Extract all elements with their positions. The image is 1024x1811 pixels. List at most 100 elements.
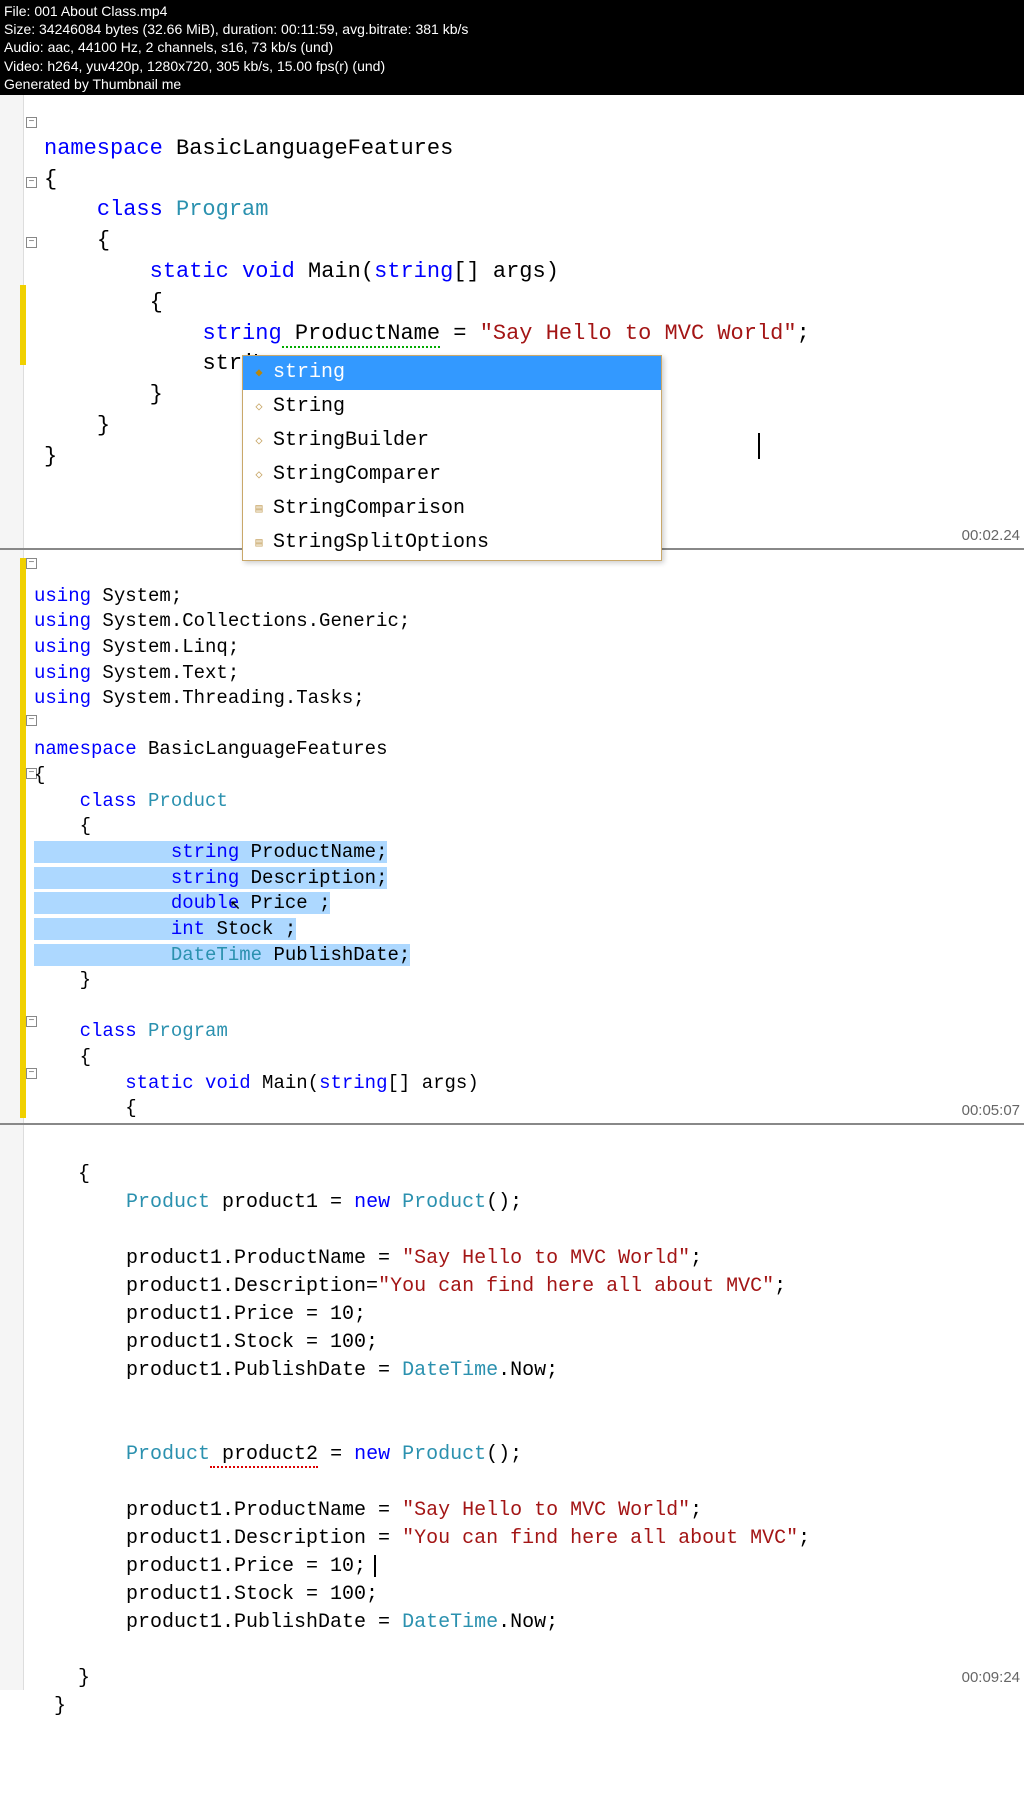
field: Description; (239, 867, 387, 889)
intellisense-item[interactable]: ◇StringComparer (243, 458, 661, 492)
stmt: product1.Description= (126, 1275, 378, 1298)
editor-caret-indicator (758, 433, 760, 459)
kw: int (171, 918, 205, 940)
timestamp: 00:02.24 (962, 525, 1020, 546)
intellisense-item[interactable]: ◇ StringBuilder (243, 424, 661, 458)
stmt: product1.ProductName = (126, 1247, 402, 1270)
kw: void (194, 1072, 251, 1094)
kw: new (354, 1443, 390, 1466)
stmt: product1.Price = 10; (126, 1303, 366, 1326)
ns-name: BasicLanguageFeatures (137, 738, 388, 760)
semi: ; (798, 1527, 810, 1550)
kw: double (171, 892, 239, 914)
stmt: product1.Description = (126, 1527, 402, 1550)
kw: class (80, 1020, 137, 1042)
kw: using (34, 585, 91, 607)
semi: ; (797, 321, 810, 346)
brace: } (150, 382, 163, 407)
brace: { (150, 290, 163, 315)
eq: = (318, 1443, 354, 1466)
meta-size: Size: 34246084 bytes (32.66 MiB), durati… (4, 20, 1020, 38)
brace: } (54, 1695, 66, 1718)
meta-video: Video: h264, yuv420p, 1280x720, 305 kb/s… (4, 57, 1020, 75)
stmt: product1.Stock = 100; (126, 1583, 378, 1606)
type: DateTime (402, 1611, 498, 1634)
ns: System.Threading.Tasks; (91, 687, 365, 709)
enum-icon: ▤ (251, 501, 267, 517)
var: product1 = (210, 1191, 354, 1214)
type: Product (126, 1443, 210, 1466)
kw: using (34, 687, 91, 709)
field: Stock ; (205, 918, 296, 940)
stmt: .Now; (498, 1611, 558, 1634)
code-panel-2: − − − − − using System; using System.Col… (0, 550, 1024, 1125)
kw: static (125, 1072, 193, 1094)
video-metadata-header: File: 001 About Class.mp4 Size: 34246084… (0, 0, 1024, 95)
type: DateTime (171, 944, 262, 966)
intellisense-popup[interactable]: ◆string◇String◇StringBuilder◇StringCompa… (242, 355, 662, 561)
stmt: product1.PublishDate = (126, 1611, 402, 1634)
stmt: .Now; (498, 1359, 558, 1382)
kw: void (229, 259, 295, 284)
ns: System.Text; (91, 662, 239, 684)
timestamp: 00:05:07 (962, 1101, 1020, 1121)
semi: ; (774, 1275, 786, 1298)
kw: using (34, 636, 91, 658)
ns-name: BasicLanguageFeatures (163, 136, 453, 161)
code-panel-1: − − − namespace BasicLanguageFeatures { … (0, 95, 1024, 550)
semi: ; (690, 1247, 702, 1270)
intellisense-item[interactable]: ▤ StringComparison (243, 492, 661, 526)
kw: string (202, 321, 281, 346)
kw: string (319, 1072, 387, 1094)
stmt: product1.PublishDate = (126, 1359, 402, 1382)
kw: string (171, 841, 239, 863)
timestamp: 00:09:24 (962, 1667, 1020, 1688)
kw: string (374, 259, 453, 284)
intellisense-item[interactable]: ▤ StringSplitOptions (243, 526, 661, 560)
kw: using (34, 610, 91, 632)
editor-caret-indicator (374, 1555, 376, 1577)
kw: class (80, 790, 137, 812)
kw: using (34, 662, 91, 684)
class-icon: ◇ (251, 467, 267, 483)
kw: string (171, 867, 239, 889)
brace: { (34, 764, 45, 786)
intellisense-label: String (273, 393, 345, 421)
enum-icon: ▤ (251, 535, 267, 551)
class-icon: ◇ (251, 433, 267, 449)
args: [] args) (453, 259, 559, 284)
brace: } (97, 413, 110, 438)
selection: string ProductName; string Description; … (34, 841, 410, 966)
intellisense-item[interactable]: ◆string (243, 356, 661, 390)
ctor: Product (390, 1191, 486, 1214)
stmt: product1.Stock = 100; (126, 1331, 378, 1354)
string-literal: "Say Hello to MVC World" (402, 1499, 690, 1522)
code-area[interactable]: using System; using System.Collections.G… (0, 558, 1024, 1148)
class-name: Product (137, 790, 228, 812)
field: ProductName; (239, 841, 387, 863)
field: Price ; (239, 892, 330, 914)
intellisense-item[interactable]: ◇String (243, 390, 661, 424)
string-literal: "You can find here all about MVC" (402, 1527, 798, 1550)
main: Main( (251, 1072, 319, 1094)
paren: (); (486, 1443, 522, 1466)
code-area[interactable]: { Product product1 = new Product(); prod… (0, 1133, 1024, 1749)
kw: namespace (34, 738, 137, 760)
string-literal: "You can find here all about MVC" (378, 1275, 774, 1298)
eq: = (440, 321, 480, 346)
brace: { (44, 167, 57, 192)
brace: } (78, 1667, 90, 1690)
brace: } (80, 969, 91, 991)
kw: static (150, 259, 229, 284)
kw: new (354, 1191, 390, 1214)
meta-gen: Generated by Thumbnail me (4, 75, 1020, 93)
ns: System; (91, 585, 182, 607)
class-name: Program (163, 197, 269, 222)
code-panel-3: { Product product1 = new Product(); prod… (0, 1125, 1024, 1690)
type: Product (126, 1191, 210, 1214)
intellisense-label: StringComparison (273, 495, 465, 523)
type: DateTime (402, 1359, 498, 1382)
intellisense-label: StringBuilder (273, 427, 429, 455)
intellisense-label: StringSplitOptions (273, 529, 489, 557)
var-with-warning: product2 (210, 1443, 318, 1468)
